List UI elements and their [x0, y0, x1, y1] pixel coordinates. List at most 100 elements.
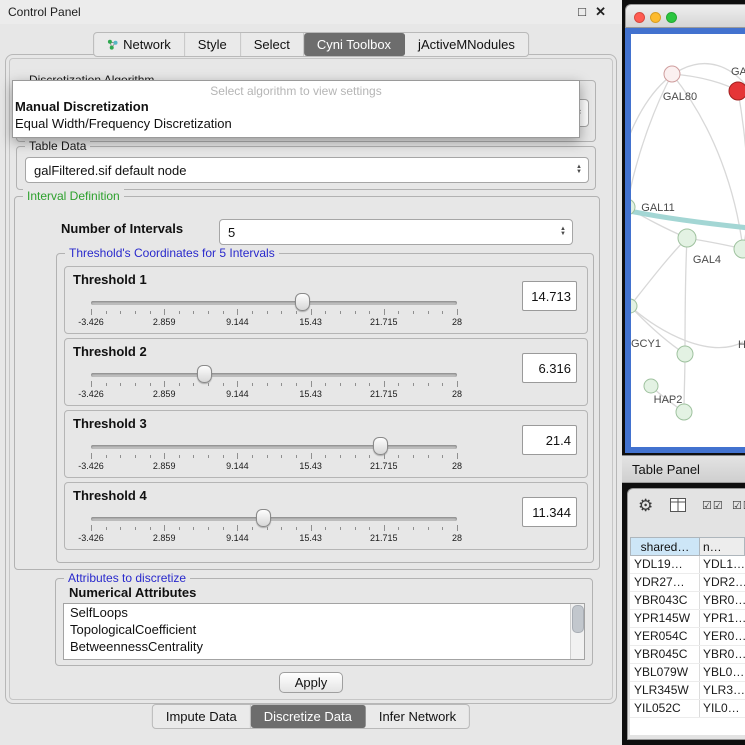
- threshold-1-value[interactable]: 14.713: [522, 281, 577, 311]
- tab-discretize-data[interactable]: Discretize Data: [251, 705, 366, 728]
- table-row[interactable]: YBR043CYBR0…: [630, 592, 745, 610]
- gene-node[interactable]: [677, 346, 693, 362]
- threshold-4-value[interactable]: 11.344: [522, 497, 577, 527]
- scrollbar-thumb[interactable]: [572, 605, 584, 633]
- tab-label: jActiveMNodules: [418, 37, 515, 52]
- network-canvas[interactable]: GAL80 GA GAL11 GAL4 GCY1 H HAP2: [631, 34, 745, 447]
- tick: [355, 311, 356, 314]
- checkbox-icons[interactable]: ☑☑: [702, 499, 724, 512]
- tick: [384, 381, 385, 387]
- float-window-icon[interactable]: □: [578, 4, 586, 19]
- group-title-interval-definition: Interval Definition: [23, 189, 124, 203]
- threshold-3-value[interactable]: 21.4: [522, 425, 577, 455]
- number-of-intervals-combobox[interactable]: 5 ▲▼: [219, 219, 573, 245]
- network-graph: GAL80 GA GAL11 GAL4 GCY1 H HAP2: [631, 34, 745, 447]
- threshold-4-slider[interactable]: -3.4262.8599.14415.4321.71528: [91, 505, 457, 547]
- tick: [325, 455, 326, 458]
- tick: [457, 309, 458, 315]
- gene-node[interactable]: [678, 229, 696, 247]
- tick: [413, 383, 414, 386]
- table-row[interactable]: YDR27…YDR2…: [630, 574, 745, 592]
- column-header-shared[interactable]: shared…: [630, 537, 700, 556]
- group-title-thresholds: Threshold's Coordinates for 5 Intervals: [65, 246, 279, 260]
- gene-node[interactable]: [644, 379, 658, 393]
- tab-cyni-toolbox[interactable]: Cyni Toolbox: [304, 33, 405, 56]
- apply-button[interactable]: Apply: [279, 672, 343, 693]
- tick: [193, 311, 194, 314]
- list-scrollbar[interactable]: [570, 604, 584, 659]
- close-traffic-light-icon[interactable]: [634, 12, 645, 23]
- slider-track: [91, 445, 457, 449]
- threshold-1-slider[interactable]: -3.4262.8599.14415.4321.71528: [91, 289, 457, 331]
- tick: [311, 309, 312, 315]
- tick: [457, 381, 458, 387]
- tick: [281, 527, 282, 530]
- tick-row: [91, 453, 457, 460]
- close-icon[interactable]: ✕: [595, 4, 606, 20]
- table-row[interactable]: YLR345WYLR3…: [630, 682, 745, 700]
- list-item[interactable]: SelfLoops: [64, 604, 584, 621]
- list-item[interactable]: TopologicalCoefficient: [64, 621, 584, 638]
- tab-style[interactable]: Style: [185, 33, 241, 56]
- algorithm-option[interactable]: Manual Discretization: [13, 98, 579, 115]
- tab-network[interactable]: Network: [94, 33, 185, 56]
- list-item[interactable]: BetweennessCentrality: [64, 638, 584, 655]
- gene-node[interactable]: [664, 66, 680, 82]
- tick: [164, 525, 165, 531]
- tick: [428, 383, 429, 386]
- tick: [413, 527, 414, 530]
- table-row[interactable]: YBL079WYBL0…: [630, 664, 745, 682]
- column-header-name[interactable]: n…: [700, 537, 745, 556]
- table-row[interactable]: YDL19…YDL1…: [630, 556, 745, 574]
- tick-label: 28: [452, 389, 462, 399]
- threshold-3-slider[interactable]: -3.4262.8599.14415.4321.71528: [91, 433, 457, 475]
- numerical-attributes-list[interactable]: SelfLoopsTopologicalCoefficientBetweenne…: [63, 603, 585, 660]
- attributes-group: Attributes to discretize Numerical Attri…: [55, 578, 593, 666]
- tab-label: Impute Data: [166, 709, 237, 724]
- tab-impute-data[interactable]: Impute Data: [153, 705, 251, 728]
- tab-infer-network[interactable]: Infer Network: [366, 705, 469, 728]
- columns-icon[interactable]: [670, 498, 686, 517]
- zoom-traffic-light-icon[interactable]: [666, 12, 677, 23]
- table-cell: YBR043C: [630, 592, 700, 609]
- gene-node[interactable]: [734, 240, 745, 258]
- algorithm-option[interactable]: Equal Width/Frequency Discretization: [13, 115, 579, 132]
- node-label-partial-right: H: [738, 339, 745, 351]
- tick: [91, 381, 92, 387]
- tick: [237, 309, 238, 315]
- tab-jactivemnodules[interactable]: jActiveMNodules: [405, 33, 528, 56]
- gear-icon[interactable]: ⚙: [638, 496, 653, 516]
- gene-node[interactable]: [676, 404, 692, 420]
- tab-select[interactable]: Select: [241, 33, 304, 56]
- table-row[interactable]: YPR145WYPR1…: [630, 610, 745, 628]
- tick: [311, 525, 312, 531]
- table-body: YDL19…YDL1…YDR27…YDR2…YBR043CYBR0…YPR145…: [630, 556, 745, 735]
- threshold-2-slider[interactable]: -3.4262.8599.14415.4321.71528: [91, 361, 457, 403]
- interval-definition-group: Interval Definition Number of Intervals …: [14, 196, 600, 570]
- table-panel-window: ⚙ ☑☑ ☑☑ shared… n… YDL19…YDL1…YDR27…YDR2…: [627, 488, 745, 740]
- table-row[interactable]: YER054CYER0…: [630, 628, 745, 646]
- table-row[interactable]: YBR045CYBR0…: [630, 646, 745, 664]
- threshold-2-value[interactable]: 6.316: [522, 353, 577, 383]
- screenshot-root: Control Panel □ ✕ NetworkStyleSelectCyni…: [0, 0, 745, 745]
- popup-placeholder: Select algorithm to view settings: [13, 84, 579, 98]
- tick: [457, 525, 458, 531]
- tick-labels: -3.4262.8599.14415.4321.71528: [91, 461, 457, 473]
- tick: [369, 383, 370, 386]
- checkbox-icons-2[interactable]: ☑☑: [732, 499, 745, 512]
- control-panel: Control Panel □ ✕ NetworkStyleSelectCyni…: [0, 0, 622, 745]
- table-cell: YPR145W: [630, 610, 700, 627]
- table-row[interactable]: YIL052CYIL0…: [630, 700, 745, 718]
- table-cell: YBL0…: [700, 664, 745, 681]
- highlighted-gene-node[interactable]: [729, 82, 745, 100]
- network-nodes[interactable]: [631, 66, 745, 420]
- tick: [223, 311, 224, 314]
- table-data-combobox[interactable]: galFiltered.sif default node ▲▼: [25, 157, 589, 183]
- table-cell: YIL0…: [700, 700, 745, 717]
- tick-label: 21.715: [370, 317, 398, 327]
- group-title-attributes: Attributes to discretize: [64, 571, 190, 585]
- minimize-traffic-light-icon[interactable]: [650, 12, 661, 23]
- tick: [106, 311, 107, 314]
- table-cell: YPR1…: [700, 610, 745, 627]
- tick-label: -3.426: [78, 317, 104, 327]
